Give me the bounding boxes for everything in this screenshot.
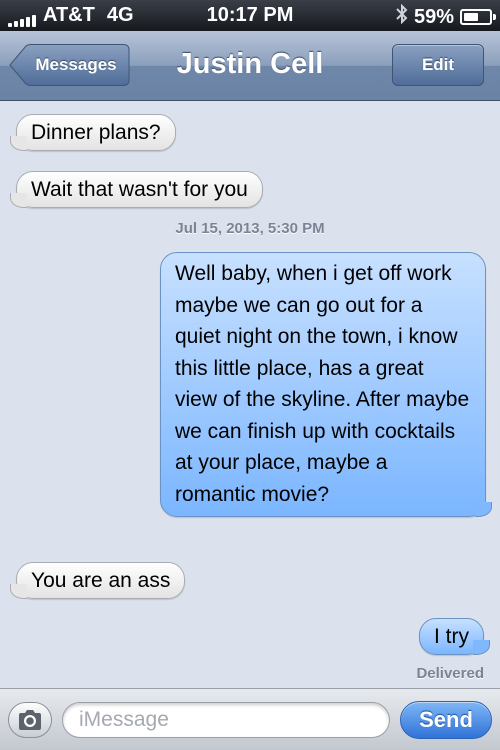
message-timestamp: Jul 15, 2013, 5:30 PM (175, 220, 325, 237)
message-bubble-incoming[interactable]: Dinner plans? (10, 114, 176, 151)
battery-percent: 59% (413, 5, 454, 28)
battery-level (464, 13, 479, 21)
battery-icon (460, 9, 496, 25)
message-text: You are an ass (31, 569, 171, 592)
camera-button[interactable] (8, 702, 52, 738)
message-text: Dinner plans? (31, 121, 161, 144)
input-bar: Send (0, 688, 500, 750)
message-bubble-outgoing[interactable]: Well baby, when i get off work maybe we … (160, 252, 492, 517)
send-button[interactable]: Send (400, 701, 492, 739)
message-text: Well baby, when i get off work maybe we … (175, 262, 470, 506)
bluetooth-icon (396, 3, 408, 30)
nav-bar: Messages Justin Cell Edit (0, 31, 500, 101)
camera-icon (19, 710, 41, 730)
message-thread[interactable]: Dinner plans? Wait that wasn't for you J… (0, 101, 500, 688)
message-bubble-outgoing[interactable]: I try (419, 618, 490, 655)
delivered-status: Delivered (416, 665, 484, 682)
message-bubble-incoming[interactable]: Wait that wasn't for you (10, 171, 263, 208)
imessage-input[interactable] (62, 702, 390, 738)
status-indicators: 59% (396, 3, 496, 30)
message-text: Wait that wasn't for you (31, 178, 248, 201)
message-bubble-incoming[interactable]: You are an ass (9, 562, 186, 599)
status-bar: AT&T 4G 10:17 PM 59% (0, 0, 500, 31)
edit-button[interactable]: Edit (392, 44, 484, 86)
message-text: I try (434, 625, 469, 648)
